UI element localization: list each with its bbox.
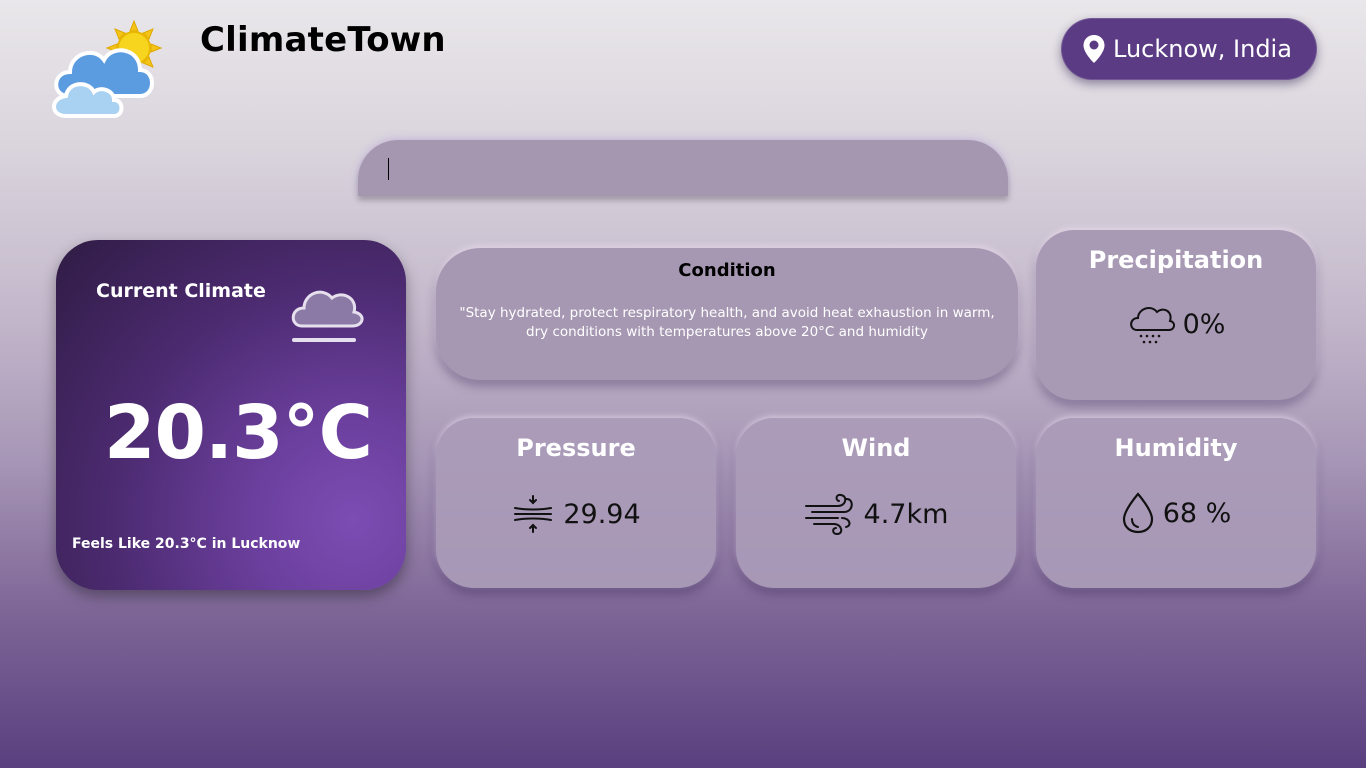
precipitation-card: Precipitation 0% bbox=[1036, 230, 1316, 400]
cloud-fog-icon bbox=[288, 278, 364, 352]
precipitation-value: 0% bbox=[1182, 308, 1226, 340]
pressure-title: Pressure bbox=[516, 434, 636, 462]
text-caret bbox=[388, 158, 389, 180]
precipitation-row: 0% bbox=[1036, 302, 1316, 346]
humidity-row: 68 % bbox=[1036, 492, 1316, 534]
search-bar[interactable] bbox=[358, 140, 1008, 196]
wind-row: 4.7km bbox=[736, 492, 1016, 536]
logo bbox=[48, 19, 170, 122]
condition-title: Condition bbox=[678, 260, 776, 281]
cloud-rain-icon bbox=[1129, 307, 1175, 344]
feels-like-text: Feels Like 20.3°C in Lucknow bbox=[72, 536, 301, 552]
wind-icon bbox=[804, 493, 853, 536]
current-climate-card: Current Climate 20.3°C Feels Like 20.3°C… bbox=[56, 240, 406, 590]
app-title: ClimateTown bbox=[200, 20, 446, 60]
cloud-sun-icon bbox=[52, 19, 163, 118]
wind-value: 4.7km bbox=[863, 498, 949, 530]
droplet-icon bbox=[1122, 492, 1153, 534]
pressure-value: 29.94 bbox=[563, 498, 641, 530]
humidity-card: Humidity 68 % bbox=[1036, 418, 1316, 588]
pressure-card: Pressure 29.94 bbox=[436, 418, 716, 588]
location-button[interactable]: Lucknow, India bbox=[1061, 18, 1317, 80]
humidity-value: 68 % bbox=[1162, 497, 1232, 529]
pressure-icon bbox=[514, 495, 553, 533]
condition-card: Condition "Stay hydrated, protect respir… bbox=[436, 248, 1018, 380]
location-label: Lucknow, India bbox=[1113, 35, 1292, 63]
humidity-title: Humidity bbox=[1114, 434, 1238, 462]
precipitation-title: Precipitation bbox=[1088, 246, 1264, 274]
wind-title: Wind bbox=[841, 434, 911, 462]
pressure-row: 29.94 bbox=[436, 494, 716, 534]
search-input[interactable] bbox=[358, 140, 1008, 196]
map-pin-icon bbox=[1083, 35, 1105, 63]
wind-card: Wind 4.7km bbox=[736, 418, 1016, 588]
current-temperature: 20.3°C bbox=[104, 390, 373, 476]
current-climate-label: Current Climate bbox=[96, 280, 266, 302]
condition-description: "Stay hydrated, protect respiratory heal… bbox=[459, 305, 995, 340]
